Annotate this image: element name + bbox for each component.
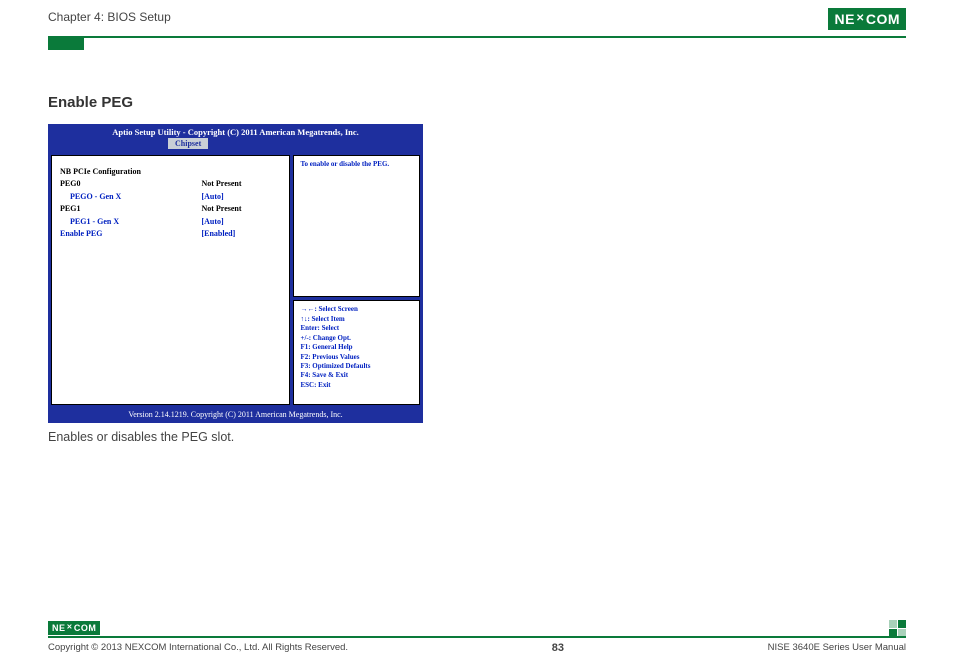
bios-key-hint: ESC: Exit: [300, 381, 413, 390]
bios-tab-row: Chipset: [48, 138, 423, 152]
bios-version-footer: Version 2.14.1219. Copyright (C) 2011 Am…: [48, 408, 423, 423]
bios-key-hint: F4: Save & Exit: [300, 371, 413, 380]
bios-setting-label: NB PCIe Configuration: [60, 166, 201, 178]
section-caption: Enables or disables the PEG slot.: [48, 430, 234, 444]
section-title: Enable PEG: [48, 94, 133, 111]
bios-setting-label: PEGO - Gen X: [60, 191, 201, 203]
footer-rule: [48, 636, 906, 638]
nexcom-logo-bottom: NE✕COM: [48, 618, 100, 636]
bios-screenshot: Aptio Setup Utility - Copyright (C) 2011…: [48, 124, 423, 423]
bios-setting-row: PEGO - Gen X[Auto]: [60, 191, 281, 203]
bios-tab-chipset: Chipset: [168, 138, 208, 149]
bios-titlebar: Aptio Setup Utility - Copyright (C) 2011…: [48, 124, 423, 138]
bios-setting-value: [Auto]: [201, 191, 281, 203]
chapter-title: Chapter 4: BIOS Setup: [48, 10, 906, 24]
bios-setting-label: PEG1: [60, 203, 201, 215]
page-header: Chapter 4: BIOS Setup NE✕COM: [48, 10, 906, 44]
bios-key-hint: F1: General Help: [300, 343, 413, 352]
page-footer: NE✕COM Copyright © 2013 NEXCOM Internati…: [48, 622, 906, 654]
bios-key-hint: +/-: Change Opt.: [300, 334, 413, 343]
bios-key-hint: F3: Optimized Defaults: [300, 362, 413, 371]
bios-help-pane: To enable or disable the PEG.: [293, 155, 420, 297]
bios-keys-pane: →←: Select Screen↑↓: Select ItemEnter: S…: [293, 300, 420, 405]
bios-key-hint: Enter: Select: [300, 324, 413, 333]
bios-setting-row: PEG1Not Present: [60, 203, 281, 215]
footer-squares-icon: [889, 620, 906, 637]
bios-setting-label: PEG1 - Gen X: [60, 216, 201, 228]
bios-setting-value: [201, 166, 281, 178]
bios-setting-row: PEG1 - Gen X[Auto]: [60, 216, 281, 228]
footer-copyright: Copyright © 2013 NEXCOM International Co…: [48, 642, 348, 654]
bios-key-hint: F2: Previous Values: [300, 353, 413, 362]
bios-key-hint: →←: Select Screen: [300, 305, 413, 314]
bios-setting-value: Not Present: [201, 203, 281, 215]
header-accent-block: [48, 38, 84, 50]
bios-setting-value: Not Present: [201, 178, 281, 190]
nexcom-logo-top: NE✕COM: [828, 8, 906, 30]
footer-manual-name: NISE 3640E Series User Manual: [768, 642, 906, 654]
bios-settings-pane: NB PCIe ConfigurationPEG0Not PresentPEGO…: [51, 155, 290, 405]
page-number: 83: [552, 642, 564, 654]
bios-setting-label: Enable PEG: [60, 228, 201, 240]
bios-setting-row: NB PCIe Configuration: [60, 166, 281, 178]
bios-setting-row: Enable PEG[Enabled]: [60, 228, 281, 240]
bios-key-hint: ↑↓: Select Item: [300, 315, 413, 324]
bios-setting-row: PEG0Not Present: [60, 178, 281, 190]
bios-setting-value: [Auto]: [201, 216, 281, 228]
bios-setting-label: PEG0: [60, 178, 201, 190]
bios-setting-value: [Enabled]: [201, 228, 281, 240]
header-rule: [48, 36, 906, 38]
